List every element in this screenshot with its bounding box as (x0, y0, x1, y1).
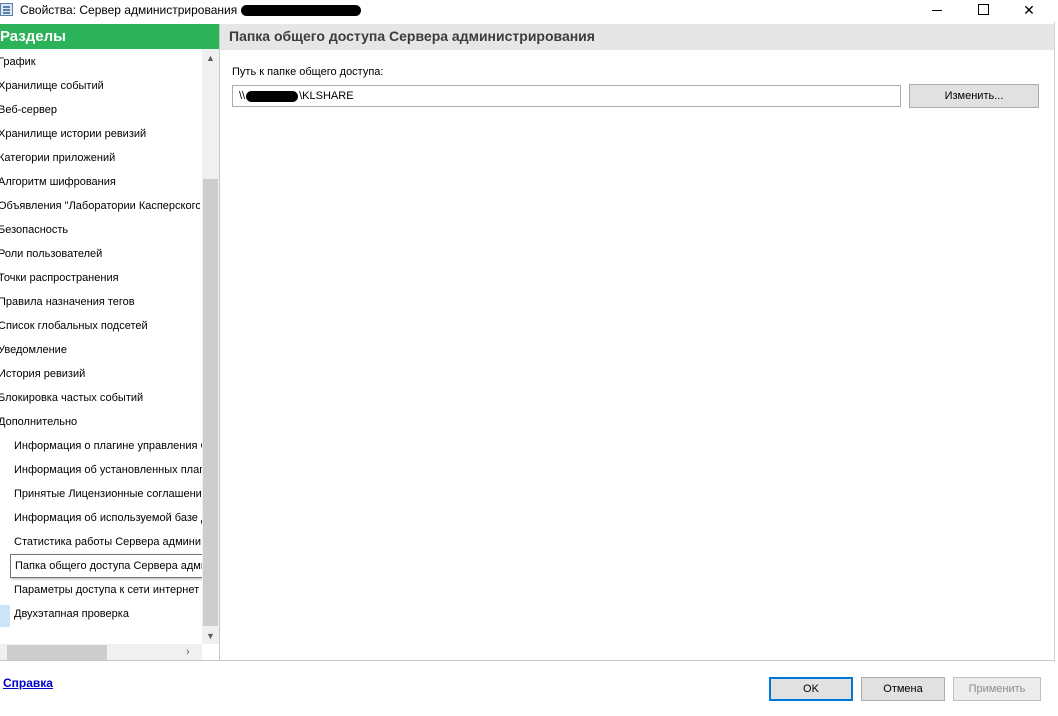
background-window-edge (1054, 22, 1058, 662)
sidebar-item-user-roles[interactable]: Роли пользователей (0, 242, 200, 266)
sidebar-item-web-server[interactable]: Веб-сервер (0, 98, 200, 122)
sidebar-item-encryption[interactable]: Алгоритм шифрования (0, 170, 200, 194)
sidebar-item-installed-plugins[interactable]: Информация об установленных плаги (14, 458, 202, 482)
redacted-server-name (241, 5, 362, 17)
sidebar-horizontal-scrollbar[interactable]: › (0, 644, 202, 661)
scroll-up-icon[interactable]: ▲ (202, 53, 219, 63)
minimize-icon (932, 10, 942, 11)
sidebar-item-advanced[interactable]: Дополнительно (0, 410, 200, 434)
sidebar-item-announcements[interactable]: Объявления "Лаборатории Касперского" (0, 194, 200, 218)
path-suffix: \KLSHARE (299, 90, 354, 102)
scroll-right-icon[interactable]: › (186, 646, 190, 658)
content-panel: Путь к папке общего доступа: \\ \KLSHARE … (220, 50, 1054, 660)
sidebar-item-tag-rules[interactable]: Правила назначения тегов (0, 290, 200, 314)
sidebar-item-event-storage[interactable]: Хранилище событий (0, 74, 200, 98)
app-window-icon (0, 3, 13, 16)
sidebar-item-license-agreements[interactable]: Принятые Лицензионные соглашения (14, 482, 202, 506)
window-title: Свойства: Сервер администрирования (20, 3, 362, 17)
tooltip: Папка общего доступа Сервера администрир… (10, 554, 219, 578)
sidebar-item-revision-storage[interactable]: Хранилище истории ревизий (0, 122, 200, 146)
window-title-text: Свойства: Сервер администрирования (20, 3, 238, 17)
sidebar-item-notification[interactable]: Уведомление (0, 338, 200, 362)
path-prefix: \\ (239, 90, 246, 102)
path-label: Путь к папке общего доступа: (232, 66, 384, 78)
sidebar-item-security[interactable]: Безопасность (0, 218, 200, 242)
sidebar-item-two-step-verification[interactable]: Двухэтапная проверка (14, 602, 202, 626)
sidebar-item-event-blocking[interactable]: Блокировка частых событий (0, 386, 200, 410)
title-bar: Свойства: Сервер администрирования ✕ (0, 0, 1058, 22)
change-button[interactable]: Изменить... (909, 84, 1039, 108)
horizontal-scroll-thumb[interactable] (7, 645, 107, 660)
content-header: Папка общего доступа Сервера администрир… (220, 24, 1054, 50)
sidebar-item-distribution-points[interactable]: Точки распространения (0, 266, 200, 290)
vertical-scroll-thumb[interactable] (203, 179, 218, 626)
scroll-down-icon[interactable]: ▼ (202, 631, 219, 641)
page-title: Папка общего доступа Сервера администрир… (229, 28, 595, 44)
maximize-icon (978, 4, 989, 15)
sidebar-item-app-categories[interactable]: Категории приложений (0, 146, 200, 170)
close-button[interactable]: ✕ (1006, 0, 1052, 22)
minimize-button[interactable] (914, 0, 960, 22)
sidebar-vertical-scrollbar[interactable]: ▲ ▼ (202, 49, 219, 644)
sidebar-item-schedule[interactable]: График (0, 50, 200, 74)
sections-header: Разделы (0, 24, 219, 49)
sidebar-item-plugin-info[interactable]: Информация о плагине управления С (14, 434, 202, 458)
sidebar-item-database-info[interactable]: Информация об используемой базе д (14, 506, 202, 530)
share-path-field[interactable]: \\ \KLSHARE (232, 85, 901, 107)
sections-header-label: Разделы (0, 28, 66, 45)
help-link[interactable]: Справка (3, 676, 53, 690)
sidebar-item-server-statistics[interactable]: Статистика работы Сервера админи (14, 530, 202, 554)
selected-item-highlight (0, 605, 10, 627)
sections-tree: График Хранилище событий Веб-сервер Хран… (0, 49, 219, 660)
dialog-footer: Справка OK Отмена Применить (0, 661, 1054, 716)
cancel-button[interactable]: Отмена (861, 677, 945, 701)
close-icon: ✕ (1023, 2, 1035, 18)
sidebar-item-internet-access[interactable]: Параметры доступа к сети интернет (14, 578, 202, 602)
sidebar-item-global-subnets[interactable]: Список глобальных подсетей (0, 314, 200, 338)
maximize-button[interactable] (960, 0, 1006, 22)
apply-button[interactable]: Применить (953, 677, 1041, 701)
ok-button[interactable]: OK (769, 677, 853, 701)
redacted-host (246, 90, 299, 102)
sidebar-item-revision-history[interactable]: История ревизий (0, 362, 200, 386)
